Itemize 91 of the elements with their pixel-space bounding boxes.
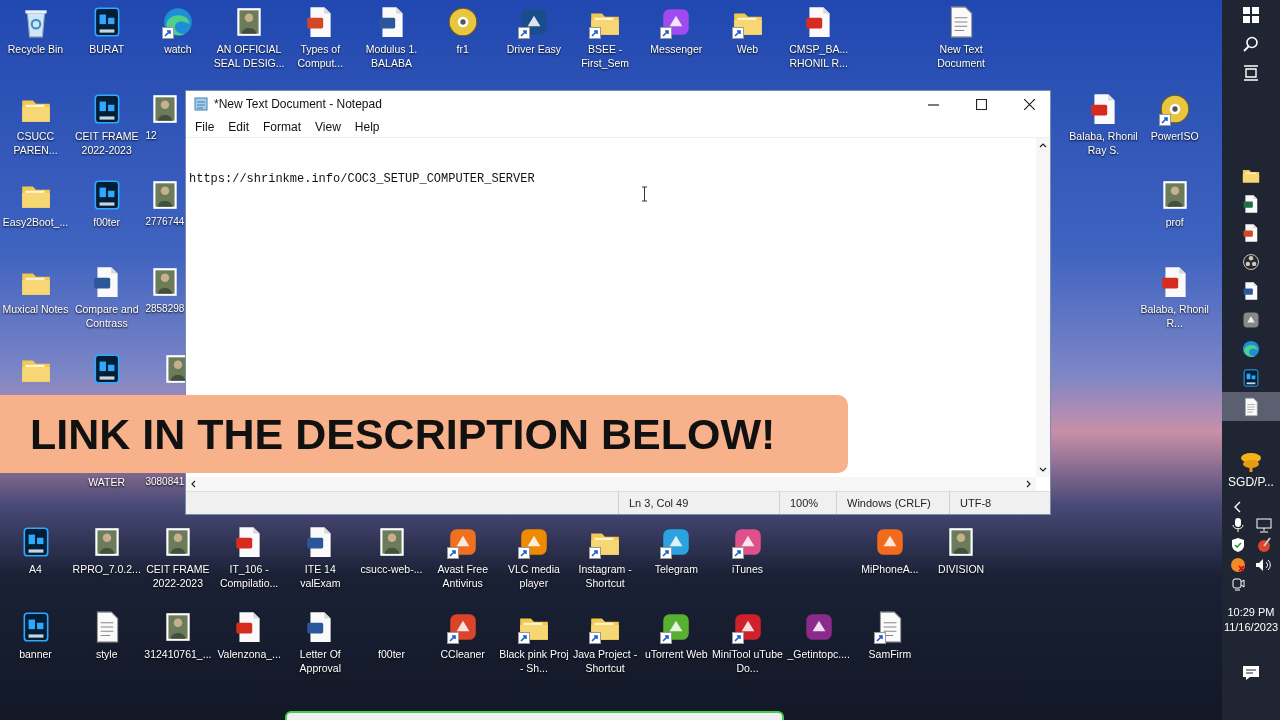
icon-label[interactable]: Compare and Contrass xyxy=(71,302,143,330)
icon-label[interactable]: Driver Easy xyxy=(506,42,561,56)
search-icon xyxy=(1243,35,1259,52)
window-title: *New Text Document - Notepad xyxy=(214,97,383,111)
icon-label[interactable]: WATER xyxy=(88,475,126,489)
document-text: https://shrinkme.info/COC3_SETUP_COMPUTER_SERVER xyxy=(189,172,535,186)
status-text: UTF-8 xyxy=(949,492,1050,514)
scroll-up-icon[interactable] xyxy=(1039,142,1047,148)
icon-label[interactable]: fr1 xyxy=(456,42,469,56)
icon-label[interactable]: CSUCC PAREN... xyxy=(0,129,71,157)
scroll-left-icon[interactable] xyxy=(190,480,196,488)
menu-item[interactable]: File xyxy=(188,120,222,134)
clock[interactable]: 10:29 PM 11/16/2023 xyxy=(1223,605,1279,635)
icon-label[interactable]: Java Project - Shortcut xyxy=(569,647,641,675)
icon-label[interactable]: _Getintopc.... xyxy=(787,647,850,661)
icon-label[interactable]: VLC media player xyxy=(498,562,570,590)
shield-icon[interactable] xyxy=(1231,537,1245,553)
brush-icon[interactable] xyxy=(1256,537,1272,553)
notification-icon[interactable] xyxy=(1242,665,1260,681)
icon-label[interactable]: CCleaner xyxy=(440,647,485,661)
maximize-icon xyxy=(975,98,987,110)
icon-label[interactable]: style xyxy=(95,647,118,661)
icon-label[interactable]: Balaba, Rhonil Ray S. xyxy=(1068,129,1139,157)
icon-label[interactable]: BURAT xyxy=(89,42,125,56)
icon-label[interactable]: watch xyxy=(164,42,192,56)
menu-item[interactable]: Edit xyxy=(221,120,257,134)
weather-icon xyxy=(1239,451,1263,473)
icon-label[interactable]: AN OFFICIAL SEAL DESIG... xyxy=(213,42,285,70)
scroll-down-icon[interactable] xyxy=(1039,467,1047,473)
icon-label[interactable]: 2858298 xyxy=(142,302,185,316)
icon-label[interactable]: Black pink Proj - Sh... xyxy=(498,647,570,675)
icon-label[interactable]: MiniTool uTube Do... xyxy=(712,647,783,675)
icon-label[interactable]: New Text Document xyxy=(925,42,997,70)
icon-label[interactable]: PowerISO xyxy=(1150,129,1199,143)
icon-label[interactable]: uTorrent Web xyxy=(644,647,708,661)
menu-item[interactable]: View xyxy=(308,120,348,134)
icon-label[interactable]: f00ter xyxy=(93,215,121,229)
windows-icon xyxy=(1243,6,1259,23)
icon-label[interactable]: Telegram xyxy=(654,562,698,576)
icon-label[interactable]: ITE 14 valExam xyxy=(284,562,356,590)
icon-label[interactable]: Muxical Notes xyxy=(2,302,69,316)
icon-label[interactable]: f00ter xyxy=(378,647,405,661)
notepad-icon xyxy=(194,97,208,111)
camera-icon[interactable] xyxy=(1231,577,1245,591)
icon-label[interactable]: RPRO_7.0.2... xyxy=(72,562,141,576)
icon-label[interactable]: 312410761_... xyxy=(144,647,212,661)
icon-label[interactable]: Recycle Bin xyxy=(7,42,64,56)
icon-label[interactable]: Avast Free Antivirus xyxy=(427,562,499,590)
scroll-right-icon[interactable] xyxy=(1026,480,1032,488)
icon-label[interactable]: BSEE - First_Sem xyxy=(569,42,641,70)
icon-label[interactable]: CEIT FRAME 2022-2023 xyxy=(142,562,214,590)
menu-item[interactable]: Help xyxy=(347,120,387,134)
icon-label[interactable]: prof xyxy=(1165,215,1184,229)
microphone-icon[interactable] xyxy=(1231,517,1245,533)
status-text: Windows (CRLF) xyxy=(836,492,949,514)
icon-label[interactable]: Letter Of Approval xyxy=(284,647,356,675)
vertical-scrollbar[interactable] xyxy=(1036,138,1050,477)
text-cursor-icon xyxy=(641,186,648,202)
icon-label[interactable]: Types of Comput... xyxy=(284,42,356,70)
icon-label[interactable]: CEIT FRAME 2022-2023 xyxy=(71,129,143,157)
icon-label[interactable]: A4 xyxy=(29,562,42,576)
icon-label[interactable]: Easy2Boot_... xyxy=(2,215,69,229)
status-text: 100% xyxy=(779,492,836,514)
icon-label[interactable]: IT_106 - Compilatio... xyxy=(213,562,285,590)
monitor-icon[interactable] xyxy=(1256,517,1272,533)
icon-label[interactable]: Web xyxy=(736,42,759,56)
icon-label[interactable]: 2776744 xyxy=(142,215,185,229)
horizontal-scrollbar[interactable] xyxy=(186,477,1036,491)
taskbar-app[interactable] xyxy=(1222,392,1280,421)
icon-label[interactable]: DIVISION xyxy=(938,562,985,576)
icon-label[interactable]: Instagram - Shortcut xyxy=(569,562,641,590)
icon-label[interactable]: 3080841 xyxy=(142,475,185,489)
icon-label[interactable]: 12 xyxy=(142,129,157,143)
status-text: Ln 3, Col 49 xyxy=(618,492,779,514)
close-icon xyxy=(1023,98,1035,110)
icon-label[interactable]: MiPhoneA... xyxy=(861,562,919,576)
icon-label[interactable]: banner xyxy=(19,647,52,661)
icon-label[interactable]: SamFirm xyxy=(868,647,912,661)
icon-label[interactable]: Valenzona_... xyxy=(217,647,281,661)
icon-label[interactable]: CMSP_BA... RHONIL R... xyxy=(783,42,855,70)
icon-label[interactable]: Messenger xyxy=(650,42,703,56)
icon-label[interactable]: Modulus 1. BALABA xyxy=(356,42,427,70)
caption-banner: LINK IN THE DESCRIPTION BELOW! xyxy=(0,395,848,473)
app-icon[interactable] xyxy=(1230,557,1246,573)
icon-label[interactable]: csucc-web-... xyxy=(360,562,423,576)
icon-label[interactable]: Balaba, Rhonil R... xyxy=(1139,302,1211,330)
menu-item[interactable]: Format xyxy=(256,120,309,134)
task-view-icon xyxy=(1243,64,1259,81)
volume-icon[interactable] xyxy=(1255,557,1273,573)
weather-text[interactable]: SGD/P... xyxy=(1228,475,1274,489)
icon-label[interactable]: iTunes xyxy=(731,562,764,576)
